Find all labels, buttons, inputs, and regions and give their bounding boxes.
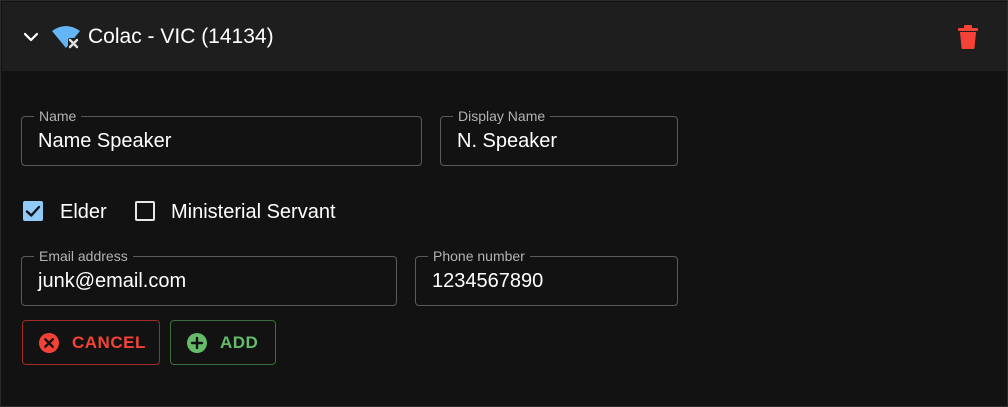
email-label: Email address bbox=[34, 247, 133, 265]
checkmark-icon bbox=[25, 205, 41, 217]
display-name-field[interactable]: Display Name N. Speaker bbox=[440, 107, 678, 166]
speaker-panel: Colac - VIC (14134) Name Name Speaker Di… bbox=[0, 0, 1008, 407]
ministerial-servant-label[interactable]: Ministerial Servant bbox=[171, 200, 336, 224]
cancel-label: CANCEL bbox=[72, 332, 146, 352]
display-name-value[interactable]: N. Speaker bbox=[457, 129, 557, 153]
email-field[interactable]: Email address junk@email.com bbox=[21, 247, 397, 306]
elder-checkbox[interactable] bbox=[23, 201, 43, 221]
name-value[interactable]: Name Speaker bbox=[38, 129, 171, 153]
add-label: ADD bbox=[220, 332, 259, 352]
display-name-label: Display Name bbox=[453, 107, 551, 125]
phone-label: Phone number bbox=[428, 247, 530, 265]
phone-value[interactable]: 1234567890 bbox=[432, 269, 543, 293]
trash-icon[interactable] bbox=[957, 25, 979, 49]
cancel-circle-icon bbox=[39, 332, 59, 353]
chevron-down-icon[interactable] bbox=[22, 28, 40, 46]
panel-header[interactable]: Colac - VIC (14134) bbox=[2, 2, 1007, 71]
elder-label[interactable]: Elder bbox=[60, 200, 107, 224]
name-label: Name bbox=[34, 107, 82, 125]
email-value[interactable]: junk@email.com bbox=[38, 269, 186, 293]
ministerial-servant-checkbox[interactable] bbox=[135, 201, 155, 221]
wifi-off-icon bbox=[52, 26, 80, 49]
name-field[interactable]: Name Name Speaker bbox=[21, 107, 422, 166]
cancel-button[interactable]: CANCEL bbox=[22, 320, 160, 365]
phone-field[interactable]: Phone number 1234567890 bbox=[415, 247, 678, 306]
page-title: Colac - VIC (14134) bbox=[88, 25, 274, 48]
add-button[interactable]: ADD bbox=[170, 320, 276, 365]
add-circle-icon bbox=[187, 332, 207, 353]
